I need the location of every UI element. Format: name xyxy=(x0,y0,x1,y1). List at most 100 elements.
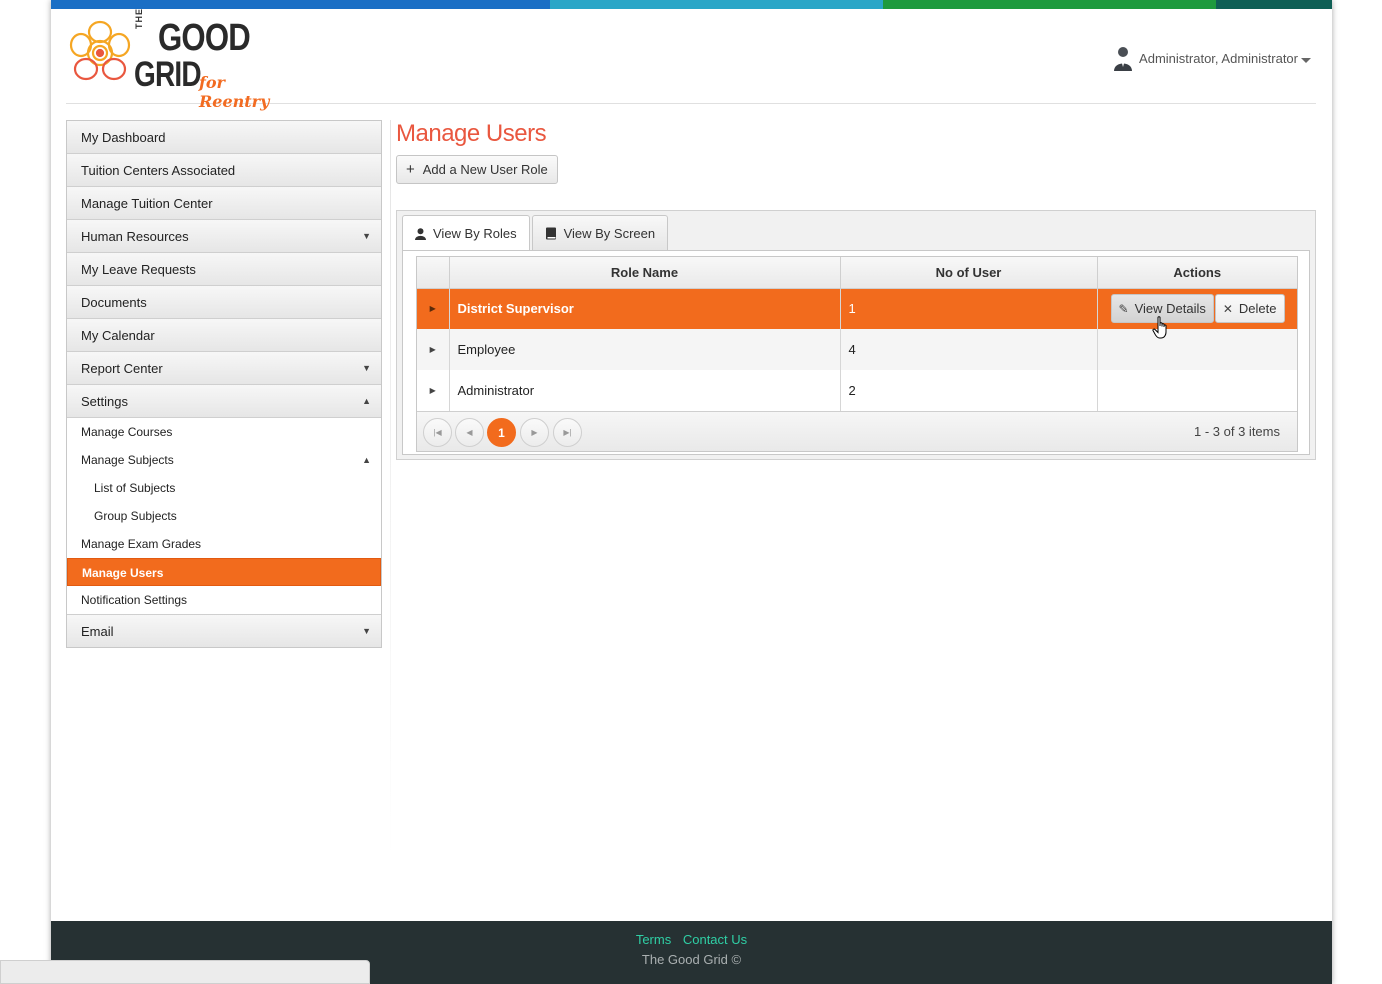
triangle-up-icon: ▲ xyxy=(362,396,371,406)
submenu-item-manage-users[interactable]: Manage Users xyxy=(67,558,381,586)
triangle-up-icon: ▲ xyxy=(362,455,371,465)
browser-download-bar xyxy=(0,960,370,984)
expand-row-icon[interactable]: ▶ xyxy=(417,370,450,411)
user-icon xyxy=(415,227,426,240)
add-user-role-label: Add a New User Role xyxy=(422,162,548,177)
expand-row-icon[interactable]: ▶ xyxy=(417,288,450,329)
submenu-item-label: Notification Settings xyxy=(81,593,188,607)
submenu-item-list-of-subjects[interactable]: List of Subjects xyxy=(67,474,381,502)
tab-view-by-roles[interactable]: View By Roles xyxy=(402,215,530,251)
sidebar-item-my-leave-requests[interactable]: My Leave Requests xyxy=(67,253,381,286)
footer-links: Terms Contact Us xyxy=(51,932,1332,947)
sidebar-item-label: My Dashboard xyxy=(81,130,166,145)
sidebar-item-label: Manage Tuition Center xyxy=(81,196,213,211)
role-name-cell: District Supervisor xyxy=(449,288,841,329)
submenu-item-label: Manage Users xyxy=(82,566,164,580)
sidebar-item-documents[interactable]: Documents xyxy=(67,286,381,319)
sidebar-item-manage-tuition-center[interactable]: Manage Tuition Center xyxy=(67,187,381,220)
delete-button[interactable]: ✕ Delete xyxy=(1214,294,1285,324)
last-page-icon[interactable]: ▶| xyxy=(553,418,582,447)
tabstrip: View By Roles View By Screen Role Name N xyxy=(396,210,1316,460)
actions-cell: ✎ View Details ✕ Delete xyxy=(1097,288,1297,329)
tab-label: View By Roles xyxy=(433,226,517,241)
sidebar-item-email[interactable]: Email ▼ xyxy=(67,614,381,647)
user-count-cell: 1 xyxy=(840,288,1098,329)
top-bar-segment-cyan xyxy=(550,0,883,9)
top-bar-segment-green xyxy=(883,0,1216,9)
prev-page-icon[interactable]: ◀ xyxy=(455,418,484,447)
logo[interactable]: THE GOOD GRID for Reentry xyxy=(66,8,281,111)
submenu-item-group-subjects[interactable]: Group Subjects xyxy=(67,502,381,530)
triangle-down-icon: ▼ xyxy=(362,231,371,241)
column-header-role-name[interactable]: Role Name xyxy=(449,257,841,289)
plus-icon: + xyxy=(406,161,415,178)
first-page-icon[interactable]: |◀ xyxy=(423,418,452,447)
sidebar-item-tuition-centers-associated[interactable]: Tuition Centers Associated xyxy=(67,154,381,187)
user-name: Administrator, Administrator xyxy=(1139,50,1298,66)
flower-logo-icon xyxy=(69,20,131,81)
sidebar-item-label: Email xyxy=(81,624,114,639)
hand-cursor-icon xyxy=(1152,316,1167,339)
pager-info: 1 - 3 of 3 items xyxy=(1194,424,1280,439)
page-number-button[interactable]: 1 xyxy=(487,418,516,447)
submenu-item-label: Manage Exam Grades xyxy=(81,537,202,551)
logo-grid-text: GRID xyxy=(134,55,202,94)
submenu-item-manage-subjects[interactable]: Manage Subjects ▲ xyxy=(67,446,381,474)
sidebar-nav: My Dashboard Tuition Centers Associated … xyxy=(66,120,382,648)
sidebar-item-report-center[interactable]: Report Center ▼ xyxy=(67,352,381,385)
sidebar-item-label: Report Center xyxy=(81,361,163,376)
page-container: THE GOOD GRID for Reentry Administrator,… xyxy=(51,0,1332,984)
grid-pager: |◀ ◀ 1 ▶ ▶| 1 - 3 of 3 items xyxy=(417,411,1297,451)
view-details-label: View Details xyxy=(1134,301,1206,317)
chevron-down-icon xyxy=(1301,57,1311,63)
sidebar-item-my-calendar[interactable]: My Calendar xyxy=(67,319,381,352)
sidebar-item-label: Human Resources xyxy=(81,229,189,244)
book-icon xyxy=(545,227,556,239)
contact-us-link[interactable]: Contact Us xyxy=(683,932,747,947)
table-row[interactable]: ▶ Administrator 2 xyxy=(417,370,1297,411)
submenu-item-label: Group Subjects xyxy=(94,509,177,523)
actions-cell xyxy=(1097,370,1297,411)
triangle-down-icon: ▼ xyxy=(362,363,371,373)
tab-label: View By Screen xyxy=(563,225,656,241)
table-header-row: Role Name No of User Actions xyxy=(417,257,1297,289)
content-divider xyxy=(390,120,391,860)
user-avatar-icon xyxy=(1114,47,1133,71)
logo-good-text: GOOD xyxy=(158,17,251,59)
submenu-item-manage-courses[interactable]: Manage Courses xyxy=(67,418,381,446)
user-menu[interactable]: Administrator, Administrator xyxy=(1113,45,1311,71)
terms-link[interactable]: Terms xyxy=(636,932,671,947)
submenu-item-label: Manage Courses xyxy=(81,425,173,439)
next-page-icon[interactable]: ▶ xyxy=(520,418,549,447)
sidebar-item-label: My Leave Requests xyxy=(81,262,196,277)
main-content: Manage Users + Add a New User Role View … xyxy=(396,118,1316,460)
sidebar-item-label: Tuition Centers Associated xyxy=(81,163,236,178)
submenu-item-manage-exam-grades[interactable]: Manage Exam Grades xyxy=(67,530,381,558)
tab-panel-roles: Role Name No of User Actions ▶ District … xyxy=(402,250,1310,455)
submenu-item-notification-settings[interactable]: Notification Settings xyxy=(67,586,381,614)
add-user-role-button[interactable]: + Add a New User Role xyxy=(396,155,558,184)
sidebar-item-label: Settings xyxy=(81,394,128,409)
close-icon: ✕ xyxy=(1222,301,1233,316)
triangle-down-icon: ▼ xyxy=(362,626,371,636)
header: THE GOOD GRID for Reentry Administrator,… xyxy=(66,8,1316,111)
sidebar-item-human-resources[interactable]: Human Resources ▼ xyxy=(67,220,381,253)
actions-cell xyxy=(1097,329,1297,370)
tab-view-by-screen[interactable]: View By Screen xyxy=(531,215,669,250)
column-header-actions: Actions xyxy=(1097,257,1297,289)
sidebar-item-label: Documents xyxy=(81,295,147,310)
pencil-icon: ✎ xyxy=(1118,301,1129,316)
expander-header xyxy=(417,257,450,289)
top-color-bar xyxy=(51,0,1332,9)
sidebar-item-settings[interactable]: Settings ▲ xyxy=(67,385,381,418)
submenu-item-label: Manage Subjects xyxy=(81,453,174,467)
tab-list: View By Roles View By Screen xyxy=(402,215,670,251)
top-bar-segment-blue xyxy=(51,0,550,9)
top-bar-segment-teal xyxy=(1216,0,1332,9)
user-count-cell: 2 xyxy=(840,370,1098,411)
expand-row-icon[interactable]: ▶ xyxy=(417,329,450,370)
column-header-no-of-user[interactable]: No of User xyxy=(840,257,1098,289)
role-name-cell: Administrator xyxy=(449,370,841,411)
sidebar-item-my-dashboard[interactable]: My Dashboard xyxy=(67,121,381,154)
user-count-cell: 4 xyxy=(840,329,1098,370)
